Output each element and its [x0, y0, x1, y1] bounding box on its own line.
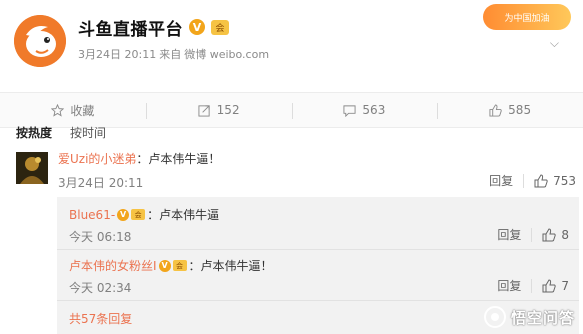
comment-username[interactable]: 爱Uzi的小迷弟	[58, 152, 136, 166]
reply-text: ：卢本伟牛逼！	[188, 259, 273, 273]
reply-reply-button[interactable]: 回复	[497, 226, 521, 243]
member-icon: 会	[172, 260, 187, 271]
post-header: 斗鱼直播平台 V 会 3月24日 20:11 来自 微博 weibo.com 为…	[0, 0, 583, 90]
divider	[531, 278, 533, 293]
comment-content: 爱Uzi的小迷弟：卢本伟牛逼！	[58, 150, 220, 167]
comment-icon	[343, 104, 356, 117]
reply-like-count: 7	[561, 278, 569, 293]
repost-icon	[198, 104, 210, 117]
comment-count: 563	[362, 103, 386, 117]
post-meta: 3月24日 20:11 来自 微博 weibo.com	[78, 46, 269, 62]
reply-time: 今天 02:34	[69, 281, 132, 295]
comment-time: 3月24日 20:11	[58, 176, 144, 190]
account-name[interactable]: 斗鱼直播平台	[78, 15, 183, 40]
account-avatar[interactable]	[14, 15, 66, 67]
divider	[57, 300, 579, 301]
thumbs-up-icon	[542, 278, 557, 292]
reply-actions: 回复 8	[497, 226, 569, 243]
comment-reply-button[interactable]: 回复	[489, 172, 513, 189]
reply-like-button[interactable]: 7	[542, 279, 569, 293]
verified-icon: V	[189, 19, 205, 35]
verified-icon: V	[158, 259, 171, 272]
watermark-text: 悟空问答	[510, 308, 575, 327]
comment-like-button[interactable]: 753	[534, 174, 576, 188]
reply-item: 卢本伟的女粉丝I V 会 ：卢本伟牛逼！ 今天 02:34 回复 7	[69, 257, 569, 297]
favorite-label: 收藏	[70, 103, 95, 118]
post-date[interactable]: 3月24日 20:11	[78, 46, 156, 62]
reply-username[interactable]: Blue61-	[69, 208, 115, 222]
post-source[interactable]: 微博 weibo.com	[184, 46, 269, 62]
reply-reply-button[interactable]: 回复	[497, 277, 521, 294]
reply-actions: 回复 7	[497, 277, 569, 294]
divider	[531, 227, 533, 242]
wukong-logo-icon	[483, 306, 506, 328]
commenter-avatar[interactable]	[16, 152, 48, 184]
campaign-badge: 为中国加油	[483, 4, 571, 30]
member-icon: 会	[211, 19, 229, 35]
comment-like-count: 753	[553, 173, 576, 188]
reply-time: 今天 06:18	[69, 230, 132, 244]
comment-actions: 回复 753	[489, 172, 576, 189]
reply-text: ：卢本伟牛逼	[147, 208, 220, 222]
favorite-button[interactable]: 收藏	[0, 93, 146, 127]
watermark: 悟空问答	[483, 306, 575, 328]
repost-count: 152	[216, 103, 240, 117]
comment-text: ：卢本伟牛逼！	[136, 152, 221, 166]
tab-sort-by-time[interactable]: 按时间	[70, 124, 106, 142]
reply-like-button[interactable]: 8	[542, 228, 569, 242]
like-button[interactable]: 585	[437, 93, 583, 127]
view-all-replies-link[interactable]: 共57条回复	[69, 310, 132, 327]
reply-username[interactable]: 卢本伟的女粉丝I	[69, 257, 157, 274]
avatar-image-icon	[16, 152, 48, 184]
reply-item: Blue61- V 会 ：卢本伟牛逼 今天 06:18 回复 8	[69, 206, 569, 246]
fish-logo-icon	[14, 15, 66, 67]
like-count: 585	[508, 103, 532, 117]
member-icon: 会	[131, 209, 146, 220]
reply-like-count: 8	[561, 227, 569, 242]
divider	[523, 173, 525, 188]
chevron-down-icon[interactable]: ⌵	[550, 36, 559, 51]
comment-item: 爱Uzi的小迷弟：卢本伟牛逼！ 3月24日 20:11 回复 753	[16, 148, 576, 190]
reply-content: Blue61- V 会 ：卢本伟牛逼	[69, 206, 219, 223]
thumbs-up-icon	[534, 173, 548, 187]
thumbs-up-icon	[489, 103, 502, 117]
source-prefix: 来自	[159, 48, 182, 61]
verified-icon: V	[117, 208, 130, 221]
divider	[57, 249, 579, 250]
thumbs-up-icon	[542, 227, 557, 241]
sort-tabs: 按热度 按时间	[16, 124, 106, 142]
repost-button[interactable]: 152	[145, 93, 292, 127]
tab-sort-by-hot[interactable]: 按热度	[16, 124, 52, 142]
reply-content: 卢本伟的女粉丝I V 会 ：卢本伟牛逼！	[69, 257, 273, 274]
comment-button[interactable]: 563	[291, 93, 438, 127]
action-bar: 收藏 152 563 585	[0, 92, 583, 128]
account-name-row: 斗鱼直播平台 V 会	[78, 15, 229, 40]
star-icon	[51, 103, 65, 117]
